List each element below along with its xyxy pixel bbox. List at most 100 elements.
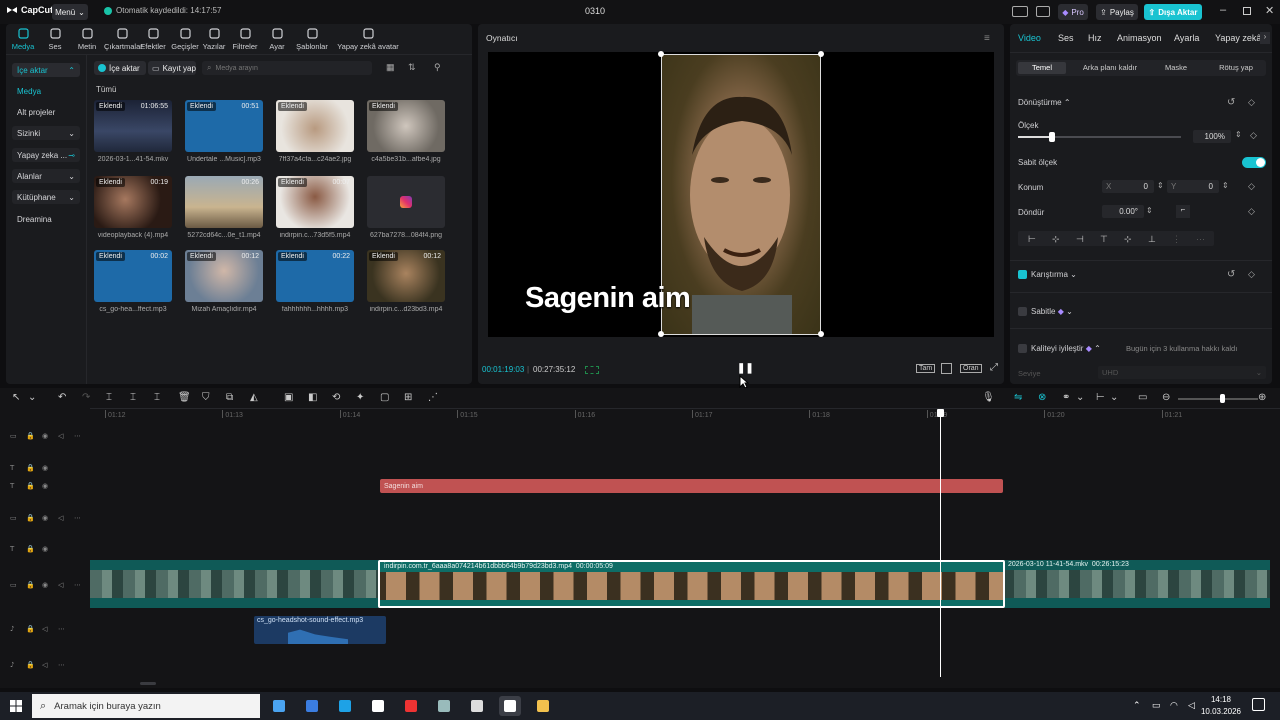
flip-button[interactable]: ⌐ bbox=[1176, 205, 1190, 218]
speaker-icon[interactable]: ◁ bbox=[58, 514, 65, 522]
blend-checkbox[interactable] bbox=[1018, 270, 1027, 279]
text-track-icon[interactable]: T bbox=[10, 482, 17, 490]
media-thumbnail[interactable]: Eklendi 00:22 bbox=[276, 250, 354, 302]
sidenav-item[interactable]: İçe aktar ⌃ bbox=[12, 63, 80, 77]
split-right-icon[interactable]: ⌶ bbox=[154, 392, 160, 403]
tab-effects[interactable]: Efektler bbox=[136, 28, 170, 51]
freeze-icon[interactable]: ▣ bbox=[284, 392, 293, 403]
pro-button[interactable]: ◆ Pro bbox=[1058, 4, 1088, 20]
speaker-icon[interactable]: ◁ bbox=[42, 661, 49, 669]
resize-handle[interactable] bbox=[818, 51, 824, 57]
fullscreen-icon[interactable]: ⤢ bbox=[990, 362, 998, 373]
inspector-tab[interactable]: Yapay zekâ bbox=[1215, 33, 1261, 43]
keyframe-icon[interactable]: ◇ bbox=[1248, 181, 1255, 192]
media-thumbnail[interactable]: Eklendi bbox=[276, 100, 354, 152]
scale-input[interactable]: 100% bbox=[1193, 130, 1231, 143]
text-clip[interactable]: Sagenin aim bbox=[380, 479, 1003, 493]
sidenav-item[interactable]: Kütüphane ⌄ bbox=[12, 190, 80, 204]
blend-section[interactable]: Karıştırma ⌄ bbox=[1031, 270, 1077, 279]
export-button[interactable]: ⇧ Dışa Aktar bbox=[1144, 4, 1202, 20]
media-thumbnail[interactable]: Eklendi 00:02 bbox=[94, 250, 172, 302]
import-button[interactable]: İçe aktar bbox=[94, 61, 146, 75]
eye-icon[interactable]: ◉ bbox=[42, 482, 49, 490]
media-thumbnail[interactable]: Eklendi 01:06:55 bbox=[94, 100, 172, 152]
edge-icon[interactable] bbox=[334, 696, 356, 716]
tray-chevron-icon[interactable]: ⌃ bbox=[1133, 700, 1141, 711]
link-clip-icon[interactable]: ⇋ bbox=[1014, 392, 1022, 403]
lock-icon[interactable]: 🔒 bbox=[26, 545, 35, 553]
media-search[interactable]: ⌕ bbox=[202, 61, 372, 75]
speaker-icon[interactable]: ◁ bbox=[58, 432, 65, 440]
enhance-section[interactable]: Kaliteyi iyileştir ◆ ⌃ bbox=[1031, 344, 1101, 353]
inspector-tab[interactable]: Video bbox=[1018, 33, 1041, 43]
tab-template[interactable]: Şablonlar bbox=[292, 28, 332, 51]
inspector-subtab[interactable]: Arka planı kaldır bbox=[1074, 62, 1146, 74]
scale-slider-thumb[interactable] bbox=[1049, 132, 1055, 142]
align-middle-icon[interactable]: ⊹ bbox=[1124, 234, 1132, 245]
media-thumbnail[interactable]: Eklendi 00:12 bbox=[185, 250, 263, 302]
preview-axis-icon[interactable]: ⊢ bbox=[1096, 392, 1105, 403]
distribute-v-icon[interactable]: ⋯ bbox=[1196, 234, 1205, 245]
tab-sticker[interactable]: Çıkartmalar bbox=[104, 28, 143, 51]
ratio-button[interactable]: Oran bbox=[960, 364, 982, 373]
tab-filter[interactable]: Filtreler bbox=[228, 28, 262, 51]
speed-icon[interactable]: ⋰ bbox=[428, 392, 438, 403]
clock-date[interactable]: 10.03.2026 bbox=[1196, 707, 1246, 716]
video-canvas[interactable]: Sagenin aim bbox=[488, 51, 994, 337]
ai-icon[interactable]: ✦ bbox=[356, 392, 364, 403]
inspector-subtab[interactable]: Maske bbox=[1146, 62, 1206, 74]
stepper-icon[interactable]: ⇕ bbox=[1222, 181, 1229, 190]
inspector-tab[interactable]: Hız bbox=[1088, 33, 1102, 43]
clip-icon[interactable]: ▭ bbox=[10, 581, 17, 589]
reset-icon[interactable]: ↺ bbox=[1227, 269, 1235, 280]
align-bottom-icon[interactable]: ⊥ bbox=[1148, 234, 1156, 245]
pause-button[interactable]: ❚❚ bbox=[737, 363, 754, 374]
sidenav-item[interactable]: Alt projeler bbox=[12, 105, 80, 119]
minimize-icon[interactable]: – bbox=[1220, 4, 1226, 16]
resize-handle[interactable] bbox=[818, 331, 824, 337]
stepper-icon[interactable]: ⇕ bbox=[1235, 130, 1242, 139]
mirror-icon[interactable]: ◧ bbox=[308, 392, 317, 403]
audio-clip[interactable]: cs_go-headshot-sound-effect.mp3 bbox=[254, 616, 386, 644]
volume-icon[interactable]: ◁ bbox=[1188, 700, 1195, 711]
zoom-slider-track[interactable] bbox=[1178, 398, 1258, 400]
uniform-scale-toggle[interactable] bbox=[1242, 157, 1266, 168]
lock-icon[interactable]: 🔒 bbox=[26, 661, 35, 669]
sort-icon[interactable]: ⇅ bbox=[408, 62, 416, 73]
record-button[interactable]: ▭ Kayıt yap bbox=[148, 61, 196, 75]
enhance-checkbox[interactable] bbox=[1018, 344, 1027, 353]
more-icon[interactable]: ⋯ bbox=[74, 514, 81, 522]
box-icon[interactable]: ▢ bbox=[380, 392, 389, 403]
media-thumbnail[interactable] bbox=[367, 176, 445, 228]
media-thumbnail[interactable]: Eklendi 00:51 bbox=[185, 100, 263, 152]
align-left-icon[interactable]: ⊢ bbox=[1028, 234, 1036, 245]
crop-icon[interactable]: ⧉ bbox=[226, 392, 233, 403]
tab-ai-avatar[interactable]: Yapay zekâ avatar bbox=[332, 28, 404, 51]
level-select[interactable]: UHD ⌄ bbox=[1098, 366, 1266, 379]
sidenav-item[interactable]: Dreamina bbox=[12, 212, 80, 226]
resize-handle[interactable] bbox=[658, 51, 664, 57]
stabilize-checkbox[interactable] bbox=[1018, 307, 1027, 316]
align-top-icon[interactable]: ⊤ bbox=[1100, 234, 1108, 245]
text-track-icon[interactable]: T bbox=[10, 545, 17, 553]
filter-all-label[interactable]: Tümü bbox=[96, 85, 116, 94]
media-thumbnail[interactable]: Eklendi 00:12 bbox=[367, 250, 445, 302]
inspector-subtab[interactable]: Temel bbox=[1018, 62, 1066, 74]
more-icon[interactable]: ⋯ bbox=[74, 581, 81, 589]
position-x-input[interactable]: X0 bbox=[1102, 180, 1154, 193]
eye-icon[interactable]: ◉ bbox=[42, 432, 49, 440]
media-thumbnail[interactable]: Eklendi 00:19 bbox=[94, 176, 172, 228]
tab-media[interactable]: Medya bbox=[6, 28, 40, 51]
maximize-icon[interactable] bbox=[1243, 7, 1251, 15]
distribute-h-icon[interactable]: ⋮ bbox=[1172, 234, 1181, 245]
hamburger-icon[interactable]: ≡ bbox=[984, 33, 990, 44]
eye-icon[interactable]: ◉ bbox=[42, 464, 49, 472]
video-caption-text[interactable]: Sagenin aim bbox=[525, 282, 691, 315]
delete-icon[interactable]: 🗑 bbox=[178, 392, 191, 403]
zoom-out-icon[interactable]: ⊖ bbox=[1162, 392, 1170, 403]
transform-section[interactable]: Dönüştürme ⌃ bbox=[1018, 98, 1071, 107]
media-thumbnail[interactable]: Eklendi 00:07 bbox=[276, 176, 354, 228]
full-quality-button[interactable]: Tam bbox=[916, 364, 936, 373]
more-icon[interactable]: ⋯ bbox=[74, 432, 81, 440]
share-button[interactable]: ⇪ Paylaş bbox=[1096, 4, 1138, 20]
